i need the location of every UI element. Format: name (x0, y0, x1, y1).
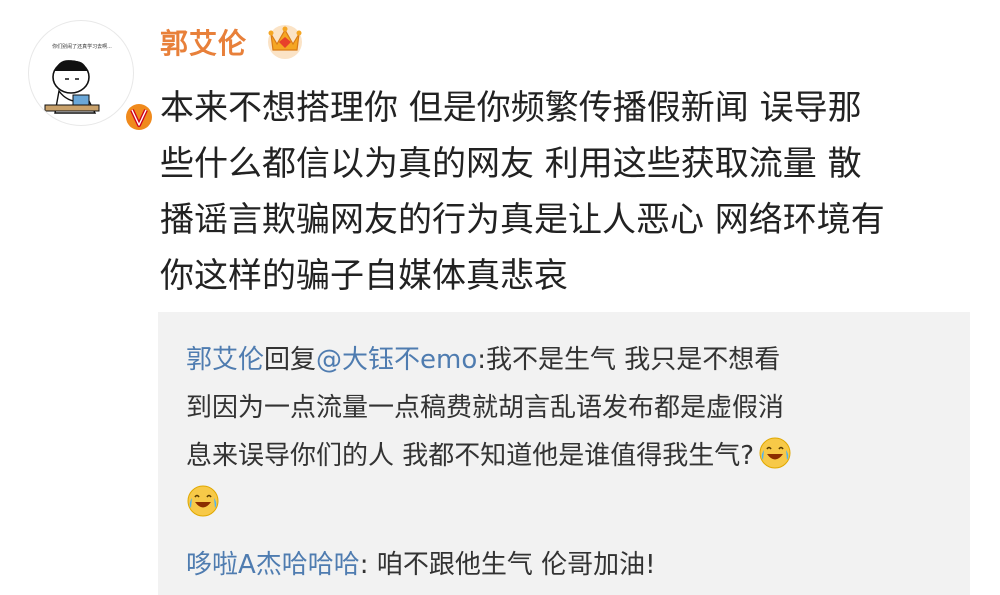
reply-text-line: 息来误导你们的人 我都不知道他是谁值得我生气? (186, 441, 755, 471)
comment-author-link[interactable]: 哆啦A杰哈哈哈 (186, 550, 360, 580)
cartoon-student-icon (44, 60, 100, 114)
verified-badge-icon (123, 101, 155, 133)
reply-author-link[interactable]: 郭艾伦 (186, 345, 264, 375)
laugh-cry-emoji-icon (187, 485, 219, 517)
reply-verb: 回复 (264, 345, 317, 375)
comments-box: 郭艾伦回复@大钰不emo:我不是生气 我只是不想看 到因为一点流量一点稿费就胡言… (158, 312, 970, 595)
comment-text: : 咱不跟他生气 伦哥加油! (359, 550, 656, 580)
mention-link[interactable]: @大钰不emo (316, 345, 477, 375)
post-line: 播谣言欺骗网友的行为真是让人恶心 网络环境有 (160, 200, 885, 240)
vip-crown-icon (268, 25, 302, 59)
post-line: 些什么都信以为真的网友 利用这些获取流量 散 (160, 144, 862, 184)
comment-item: 哆啦A杰哈哈哈: 咱不跟他生气 伦哥加油! (186, 544, 656, 581)
avatar[interactable]: 你们别闹了还真学习去啊... (28, 20, 155, 133)
laugh-cry-emoji-icon (759, 437, 791, 469)
post-body: 本来不想搭理你 但是你频繁传播假新闻 误导那 些什么都信以为真的网友 利用这些获… (160, 80, 960, 304)
post-line: 本来不想搭理你 但是你频繁传播假新闻 误导那 (160, 88, 862, 128)
author-name[interactable]: 郭艾伦 (160, 22, 247, 62)
reply-text-line: 到因为一点流量一点稿费就胡言乱语发布都是虚假消 (186, 393, 785, 423)
post-line: 你这样的骗子自媒体真悲哀 (160, 256, 568, 296)
reply-item: 郭艾伦回复@大钰不emo:我不是生气 我只是不想看 到因为一点流量一点稿费就胡言… (186, 336, 956, 528)
reply-text-line: :我不是生气 我只是不想看 (477, 345, 781, 375)
